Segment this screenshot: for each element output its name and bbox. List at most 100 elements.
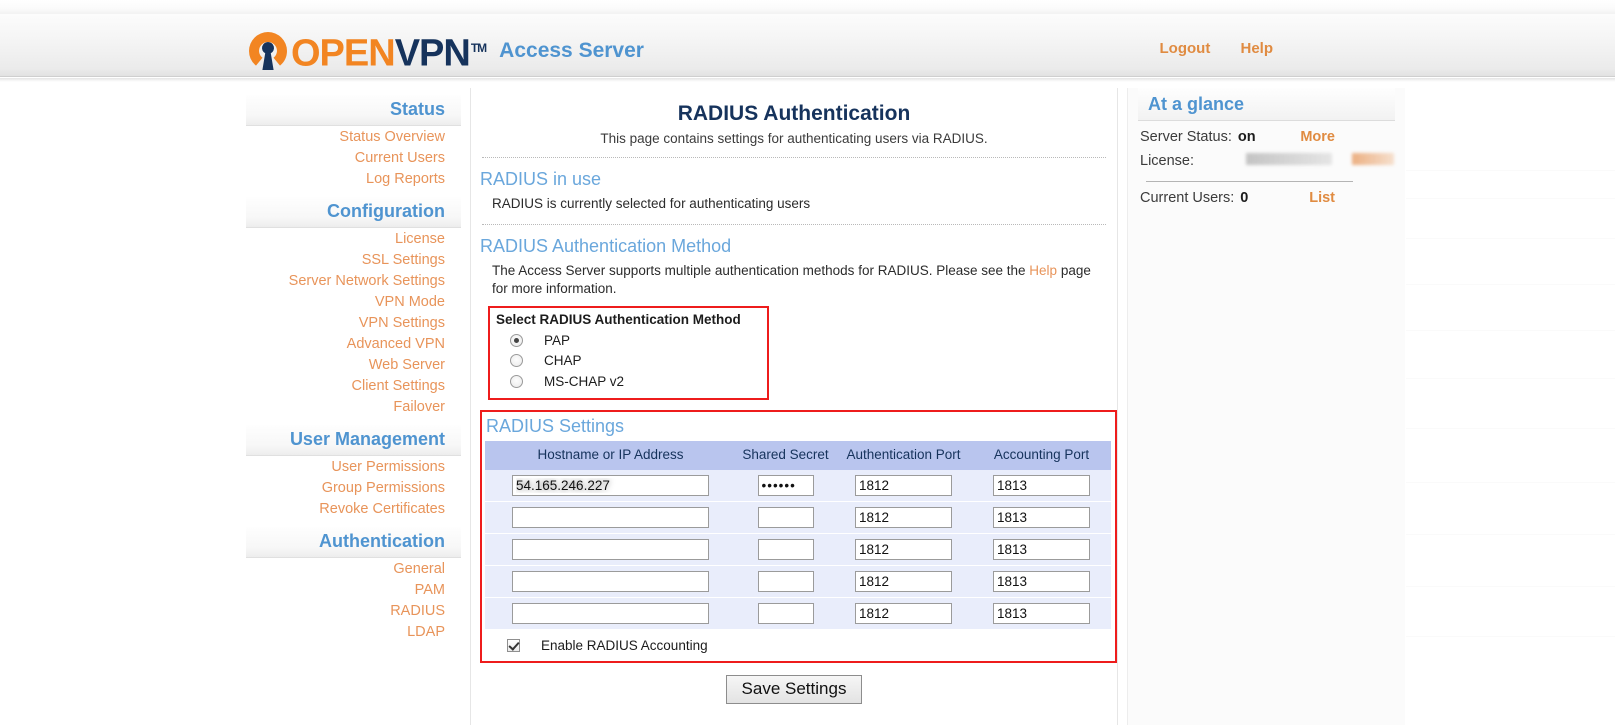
divider-in-use: [482, 223, 1106, 225]
server-status-label: Server Status:: [1140, 129, 1232, 145]
auth-port-input-3[interactable]: [855, 538, 952, 560]
sidebar-item-ldap[interactable]: LDAP: [246, 621, 461, 642]
sidebar-item-group-permissions[interactable]: Group Permissions: [246, 477, 461, 498]
radius-settings-heading: RADIUS Settings: [486, 415, 625, 436]
sidebar-item-web-server[interactable]: Web Server: [246, 354, 461, 375]
radio-mschapv2-label: MS-CHAP v2: [544, 373, 625, 389]
current-users-list-link[interactable]: List: [1309, 190, 1335, 206]
sidebar-item-vpn-mode[interactable]: VPN Mode: [246, 291, 461, 312]
auth-method-group-title: Select RADIUS Authentication Method: [496, 312, 741, 328]
radius-in-use-text: RADIUS is currently selected for authent…: [492, 196, 811, 211]
glance-divider: [1146, 181, 1353, 182]
table-row: [485, 564, 1111, 598]
sidebar-item-failover[interactable]: Failover: [246, 396, 461, 417]
table-row: [485, 596, 1111, 629]
shared-secret-input-3[interactable]: [757, 538, 814, 560]
license-action-redacted: [1352, 153, 1395, 165]
auth-port-input-1[interactable]: [855, 474, 952, 496]
sidebar-item-current-users[interactable]: Current Users: [246, 147, 461, 168]
current-users-label: Current Users:: [1140, 190, 1235, 206]
top-band: [0, 0, 1615, 14]
sidebar-item-client-settings[interactable]: Client Settings: [246, 375, 461, 396]
sidebar-item-server-network-settings[interactable]: Server Network Settings: [246, 270, 461, 291]
page-subtitle: This page contains settings for authenti…: [600, 131, 988, 146]
sidebar-item-general[interactable]: General: [246, 558, 461, 579]
column-hostname: Hostname or IP Address: [485, 440, 736, 470]
shared-secret-input-5[interactable]: [757, 602, 814, 624]
product-name: Access Server: [499, 38, 644, 62]
sidebar-item-pam[interactable]: PAM: [246, 579, 461, 600]
acct-port-input-3[interactable]: [993, 538, 1090, 560]
radio-chap-label: CHAP: [544, 353, 582, 369]
acct-port-input-1[interactable]: [993, 474, 1090, 496]
shared-secret-input-1[interactable]: [757, 474, 814, 496]
hostname-input-5[interactable]: [512, 602, 709, 624]
logo-open-text: OPEN: [291, 32, 396, 75]
sidebar-item-log-reports[interactable]: Log Reports: [246, 168, 461, 189]
help-link[interactable]: Help: [1240, 40, 1273, 57]
server-status-row: Server Status: on More: [1138, 129, 1395, 145]
radio-chap-icon[interactable]: [510, 354, 523, 368]
header-nav-links: Logout Help: [1134, 40, 1274, 57]
table-row: [485, 469, 1111, 502]
auth-port-input-2[interactable]: [855, 506, 952, 528]
current-users-value: 0: [1240, 190, 1249, 206]
page-background-right: [1406, 88, 1615, 725]
openvpn-logo[interactable]: OPENVPNTM Access Server: [246, 26, 644, 76]
logout-link[interactable]: Logout: [1160, 40, 1211, 57]
auth-method-description-before: The Access Server supports multiple auth…: [492, 262, 1026, 278]
hostname-input-4[interactable]: [512, 570, 709, 592]
radio-option-mschapv2[interactable]: MS-CHAP v2: [510, 374, 767, 389]
auth-port-input-4[interactable]: [855, 570, 952, 592]
license-row: License:: [1138, 153, 1395, 169]
enable-radius-accounting-checkbox[interactable]: [507, 638, 520, 652]
acct-port-input-2[interactable]: [993, 506, 1090, 528]
header-shadow: [0, 78, 1615, 82]
server-status-more-link[interactable]: More: [1300, 129, 1335, 145]
column-shared-secret: Shared Secret: [736, 440, 835, 470]
auth-method-radio-group: Select RADIUS Authentication Method PAP …: [488, 306, 769, 400]
sidebar-nav: Status Status Overview Current Users Log…: [246, 95, 461, 642]
radio-option-pap[interactable]: PAP: [510, 333, 767, 348]
table-row: [485, 532, 1111, 566]
sidebar-section-configuration: Configuration: [246, 197, 461, 228]
hostname-input-3[interactable]: [512, 538, 709, 560]
current-users-row: Current Users: 0 List: [1138, 190, 1395, 206]
radio-option-chap[interactable]: CHAP: [510, 353, 767, 368]
radio-pap-icon[interactable]: [510, 333, 523, 347]
column-authentication-port: Authentication Port: [835, 440, 972, 470]
page-header: [0, 14, 1615, 77]
sidebar-item-vpn-settings[interactable]: VPN Settings: [246, 312, 461, 333]
logo-trademark: TM: [470, 41, 487, 55]
save-settings-button[interactable]: Save Settings: [725, 674, 863, 704]
shared-secret-input-2[interactable]: [757, 506, 814, 528]
column-accounting-port: Accounting Port: [972, 440, 1111, 470]
shared-secret-input-4[interactable]: [757, 570, 814, 592]
sidebar-section-status: Status: [246, 95, 461, 126]
at-a-glance-title: At a glance: [1138, 88, 1395, 121]
hostname-input-2[interactable]: [512, 506, 709, 528]
hostname-input-1[interactable]: [512, 474, 709, 496]
sidebar-item-user-permissions[interactable]: User Permissions: [246, 456, 461, 477]
sidebar-item-license[interactable]: License: [246, 228, 461, 249]
enable-radius-accounting-label: Enable RADIUS Accounting: [541, 637, 708, 653]
radio-mschapv2-icon[interactable]: [510, 374, 523, 388]
sidebar-section-user-management: User Management: [246, 425, 461, 456]
sidebar-section-authentication: Authentication: [246, 527, 461, 558]
page-title: RADIUS Authentication: [677, 102, 911, 125]
sidebar-item-radius[interactable]: RADIUS: [246, 600, 461, 621]
auth-method-heading: RADIUS Authentication Method: [480, 235, 732, 256]
sidebar-item-ssl-settings[interactable]: SSL Settings: [246, 249, 461, 270]
acct-port-input-5[interactable]: [993, 602, 1090, 624]
divider-top: [482, 157, 1106, 158]
help-inline-link[interactable]: Help: [1029, 263, 1057, 278]
table-row: [485, 500, 1111, 534]
enable-radius-accounting-row[interactable]: Enable RADIUS Accounting: [507, 638, 1115, 653]
sidebar-item-status-overview[interactable]: Status Overview: [246, 126, 461, 147]
sidebar-item-revoke-certificates[interactable]: Revoke Certificates: [246, 498, 461, 519]
radius-in-use-heading: RADIUS in use: [480, 169, 602, 189]
sidebar-item-advanced-vpn[interactable]: Advanced VPN: [246, 333, 461, 354]
auth-port-input-5[interactable]: [855, 602, 952, 624]
acct-port-input-4[interactable]: [993, 570, 1090, 592]
at-a-glance-panel: At a glance Server Status: on More Licen…: [1127, 88, 1405, 725]
